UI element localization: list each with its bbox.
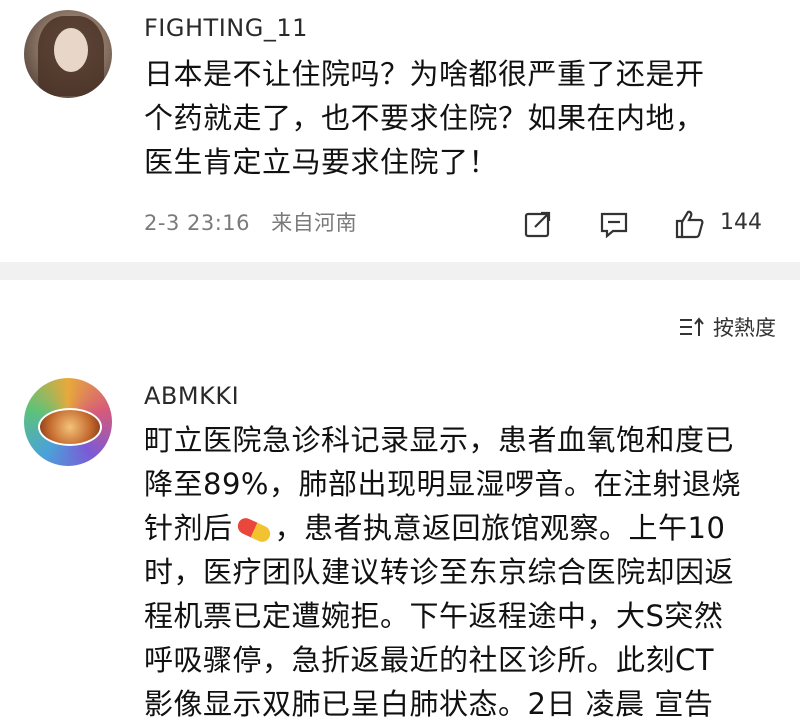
comment-date: 2-3 23:16 <box>144 211 250 235</box>
comment-line: 程机票已定遭婉拒。下午返程途中，大S突然 <box>144 599 724 633</box>
share-button[interactable] <box>518 204 558 244</box>
sort-toggle[interactable]: 按熱度 <box>679 312 776 342</box>
sort-label: 按熱度 <box>713 316 776 340</box>
comment-line: 医生肯定立马要求住院了！ <box>144 145 499 179</box>
comment-line: 针剂后 ，患者执意返回旅馆观察。上午10 <box>144 506 774 550</box>
comment-text: 日本是不让住院吗？为啥都很严重了还是开 个药就走了，也不要求住院？如果在内地， … <box>144 52 774 184</box>
like-button[interactable] <box>670 204 710 244</box>
share-icon <box>524 211 551 238</box>
comment-fragment: ，患者执意返回旅馆观察。上午10 <box>274 511 726 545</box>
comment-item: FIGHTING_11 日本是不让住院吗？为啥都很严重了还是开 个药就走了，也不… <box>0 0 800 262</box>
avatar[interactable] <box>24 10 112 98</box>
comment-line: 町立医院急诊科记录显示，患者血氧饱和度已 <box>144 423 735 457</box>
sort-icon <box>680 317 704 336</box>
username[interactable]: ABMKKI <box>144 382 239 410</box>
comment-text: 町立医院急诊科记录显示，患者血氧饱和度已 降至89%，肺部出现明显湿啰音。在注射… <box>144 418 774 721</box>
comment-line: 影像显示双肺已呈白肺状态。2日 凌晨 宣告 <box>144 687 714 721</box>
comment-location: 来自河南 <box>271 211 358 235</box>
comment-line: 个药就走了，也不要求住院？如果在内地， <box>144 101 705 135</box>
section-divider <box>0 262 800 280</box>
avatar[interactable] <box>24 378 112 466</box>
comment-meta: 2-3 23:16 来自河南 <box>144 207 371 237</box>
comment-line: 呼吸骤停，急折返最近的社区诊所。此刻CT <box>144 643 714 677</box>
comment-line: 日本是不让住院吗？为啥都很严重了还是开 <box>144 57 705 91</box>
pill-icon <box>234 515 273 545</box>
thumbs-up-icon <box>675 210 704 239</box>
comment-line: 降至89%，肺部出现明显湿啰音。在注射退烧 <box>144 467 741 501</box>
comment-fragment: 针剂后 <box>144 511 233 545</box>
reply-button[interactable] <box>594 204 634 244</box>
like-count: 144 <box>720 210 762 235</box>
avatar-face-shape <box>54 28 88 72</box>
comment-line: 时，医疗团队建议转诊至东京综合医院却因返 <box>144 555 735 589</box>
comment-item: ABMKKI 町立医院急诊科记录显示，患者血氧饱和度已 降至89%，肺部出现明显… <box>0 370 800 721</box>
avatar-food-shape <box>38 408 102 446</box>
reply-icon <box>600 212 628 239</box>
comment-feed: FIGHTING_11 日本是不让住院吗？为啥都很严重了还是开 个药就走了，也不… <box>0 0 800 721</box>
username[interactable]: FIGHTING_11 <box>144 14 308 42</box>
